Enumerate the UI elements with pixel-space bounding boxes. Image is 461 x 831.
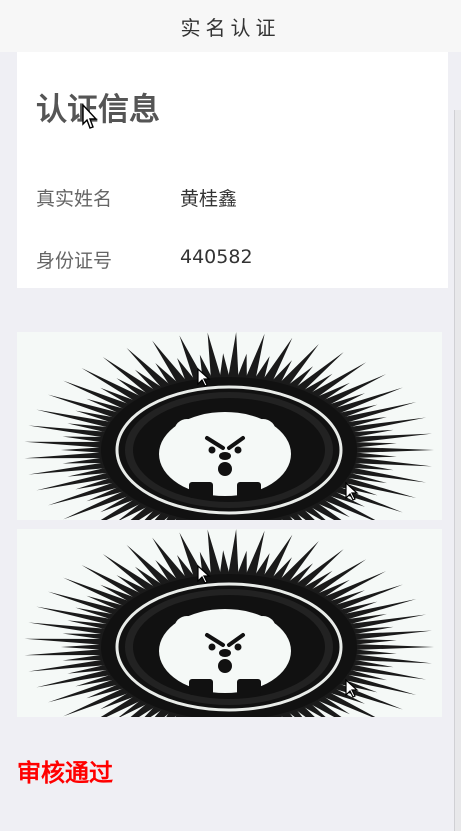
review-status: 审核通过 — [17, 759, 113, 787]
hedgehog-illustration-icon — [24, 332, 434, 520]
card-title: 认证信息 — [36, 92, 160, 128]
mouse-cursor-icon — [82, 104, 98, 129]
hedgehog-illustration-icon — [24, 529, 434, 717]
certification-info-card: 认证信息 真实姓名 黄桂鑫 身份证号 440582 — [17, 52, 448, 288]
real-name-label: 真实姓名 — [36, 188, 113, 210]
scrollbar[interactable] — [454, 110, 461, 831]
nav-bar: 实名认证 — [0, 0, 461, 52]
id-photo-front[interactable] — [17, 332, 442, 520]
page-title: 实名认证 — [180, 15, 281, 40]
real-name-value: 黄桂鑫 — [180, 188, 238, 210]
id-number-label: 身份证号 — [36, 250, 113, 272]
page: 实名认证 认证信息 真实姓名 黄桂鑫 身份证号 440582 审核通过 — [0, 0, 461, 831]
id-number-value: 440582 — [180, 246, 253, 268]
id-photo-back[interactable] — [17, 529, 442, 717]
